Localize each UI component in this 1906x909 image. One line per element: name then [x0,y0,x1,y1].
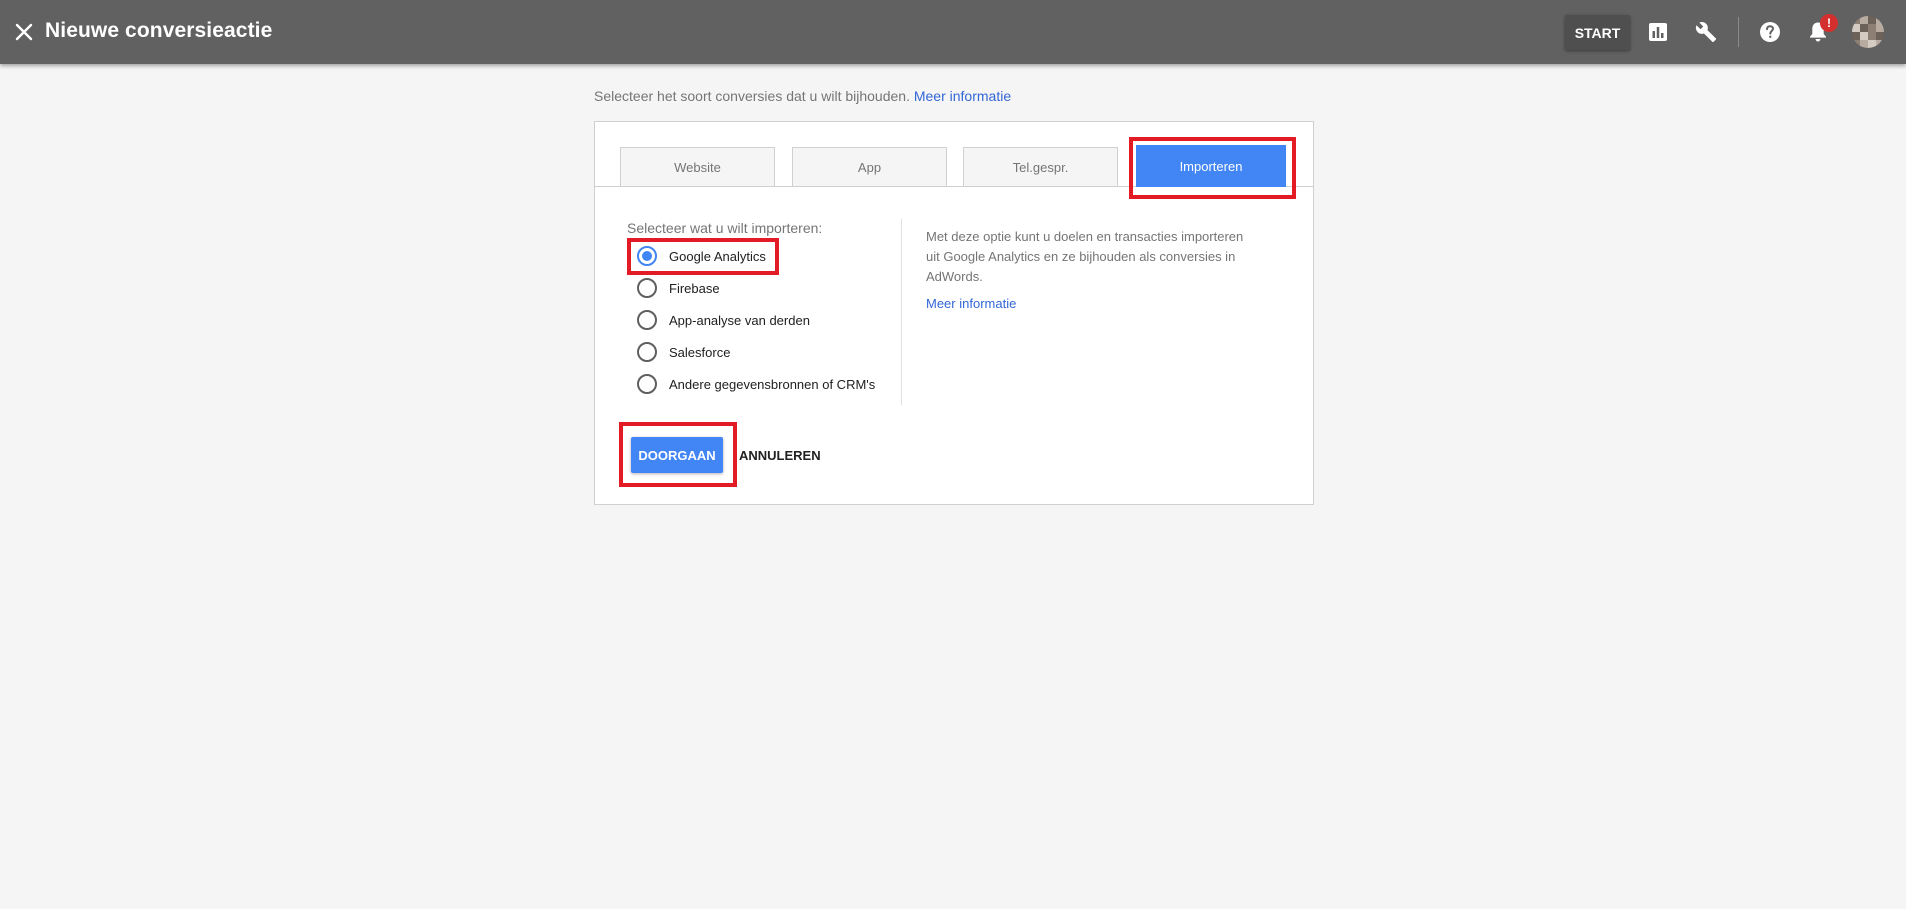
start-button[interactable]: START [1565,15,1630,50]
tab-website[interactable]: Website [620,147,775,187]
column-divider [901,219,902,405]
import-section-label: Selecteer wat u wilt importeren: [627,220,823,236]
radio-unchecked-icon [637,278,657,298]
radio-unchecked-icon [637,374,657,394]
radio-checked-icon [637,246,657,266]
avatar[interactable] [1852,16,1884,48]
intro-text: Selecteer het soort conversies dat u wil… [594,88,1011,104]
topbar-divider [1738,17,1739,47]
tools-button[interactable] [1692,18,1720,46]
radio-label: App-analyse van derden [669,312,810,328]
radio-label: Andere gegevensbronnen of CRM's [669,376,876,392]
reports-button[interactable] [1644,18,1672,46]
radio-unchecked-icon [637,342,657,362]
tab-phone-calls[interactable]: Tel.gespr. [963,147,1118,187]
help-icon [1760,22,1780,42]
top-app-bar: Nieuwe conversieactie START ! [0,0,1906,64]
radio-label: Firebase [669,280,720,296]
close-button[interactable] [8,16,40,48]
cancel-button[interactable]: ANNULEREN [739,437,821,473]
intro-label: Selecteer het soort conversies dat u wil… [594,88,910,104]
intro-more-info-link[interactable]: Meer informatie [914,88,1011,104]
radio-label: Google Analytics [669,248,766,264]
import-description: Met deze optie kunt u doelen en transact… [926,229,1244,284]
tab-app[interactable]: App [792,147,947,187]
continue-button[interactable]: DOORGAAN [631,437,723,473]
radio-unchecked-icon [637,310,657,330]
notification-badge: ! [1820,14,1838,32]
close-icon [15,23,33,41]
conversion-type-card: Website App Tel.gespr. Importeren Select… [594,121,1314,505]
radio-label: Salesforce [669,344,731,360]
radio-salesforce[interactable]: Salesforce [637,340,730,364]
page-title: Nieuwe conversieactie [45,19,273,42]
wrench-icon [1695,22,1717,43]
radio-third-party-app-analytics[interactable]: App-analyse van derden [637,308,810,332]
help-button[interactable] [1756,18,1784,46]
radio-firebase[interactable]: Firebase [637,276,720,300]
radio-google-analytics[interactable]: Google Analytics [637,244,766,268]
tab-import[interactable]: Importeren [1136,145,1286,187]
bar-chart-icon [1649,23,1667,41]
description-more-info-link[interactable]: Meer informatie [926,296,1016,311]
radio-other-sources-crm[interactable]: Andere gegevensbronnen of CRM's [637,372,875,396]
